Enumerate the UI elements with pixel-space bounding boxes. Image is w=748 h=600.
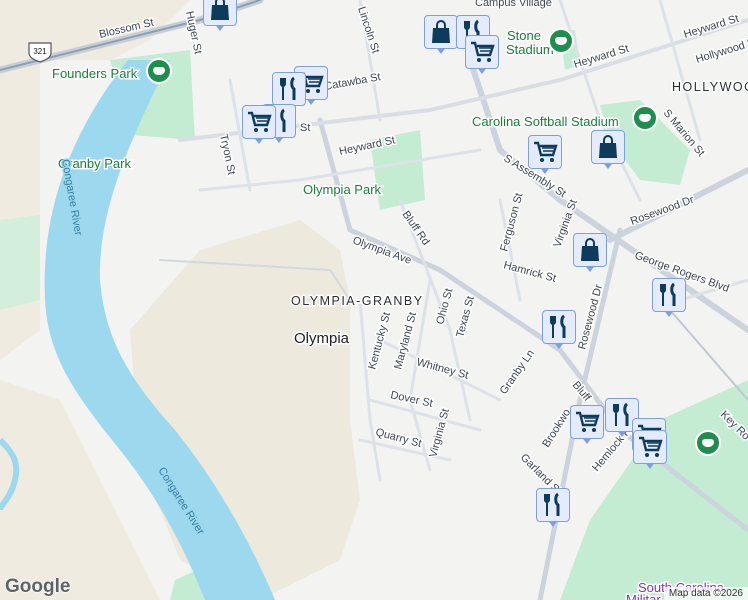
street-label: St [300, 122, 310, 134]
shopping-cart-pin[interactable] [242, 105, 276, 147]
fork-knife-icon [550, 314, 566, 338]
shopping-cart-pin[interactable] [633, 430, 667, 472]
shopping-cart-pin[interactable] [528, 135, 562, 177]
pin-box [203, 0, 237, 26]
pin-box [542, 310, 576, 344]
shopping-bag-pin[interactable] [573, 233, 607, 275]
pin-box [424, 15, 458, 49]
pin-box [272, 72, 306, 106]
restaurant-pin[interactable] [536, 488, 570, 530]
street-label: Hollywood Dr [694, 35, 748, 66]
shopping-bag-icon [432, 20, 450, 43]
stadium-icon[interactable] [695, 430, 721, 456]
street-label: Tryon St [217, 133, 237, 176]
pin-box [633, 430, 667, 464]
street-label: Texas St [454, 295, 477, 339]
shopping-cart-icon [639, 436, 663, 457]
park-label: Olympia Park [303, 182, 382, 197]
shopping-bag-icon [599, 135, 617, 158]
shopping-cart-icon [471, 41, 495, 62]
pin-box [528, 135, 562, 169]
shopping-bag-pin[interactable] [424, 15, 458, 57]
park-area [0, 215, 40, 310]
street-label: Whitney St [415, 356, 469, 381]
stadium-icon[interactable] [632, 105, 658, 131]
poi-label: Militar [626, 592, 661, 600]
street-label: Hamrick St [502, 259, 557, 285]
park-label: Founders Park [52, 66, 138, 81]
google-logo[interactable]: Google [5, 576, 70, 598]
city-label: Olympia [294, 330, 350, 347]
shopping-bag-pin[interactable] [203, 0, 237, 34]
street-label: Olympia Ave [351, 235, 413, 267]
map-canvas[interactable]: 321 Blossom St Huger St Founders Park Gr… [0, 0, 748, 600]
shopping-bag-icon [211, 0, 229, 20]
street-label: Catawba St [323, 71, 381, 93]
street-label: Brookwo [540, 407, 573, 450]
street-label: Bluff [570, 379, 594, 404]
street-label: Heyward St [682, 13, 740, 41]
street-label: Quarry St [374, 426, 423, 450]
street-label: Kentucky St [366, 311, 393, 371]
shopping-cart-icon [248, 111, 272, 132]
poi-label: Stone [507, 28, 541, 43]
poi-label: Carolina Softball Stadium [472, 114, 619, 129]
pin-box [591, 130, 625, 164]
street-label: Lincoln St [355, 5, 381, 55]
neighborhood-label: OLYMPIA-GRANBY [291, 294, 424, 308]
shopping-bag-icon [581, 238, 599, 261]
pin-box [652, 278, 686, 312]
pin-box [573, 233, 607, 267]
fork-knife-icon [280, 76, 296, 100]
neighborhood-label: HOLLYWOOD [672, 80, 748, 94]
shopping-cart-pin[interactable] [465, 35, 499, 77]
poi-label: Campus Village [475, 0, 552, 9]
pin-box [465, 35, 499, 69]
shopping-cart-icon [576, 411, 600, 432]
restaurant-pin[interactable] [652, 278, 686, 320]
poi-label: Stadium [506, 42, 554, 57]
street-label: Ferguson St [498, 192, 525, 253]
shopping-bag-pin[interactable] [591, 130, 625, 172]
street-label: Ohio St [434, 287, 455, 326]
land-area [0, 60, 40, 360]
shopping-cart-icon [534, 141, 558, 162]
map-attribution[interactable]: Map data ©2026 [663, 587, 748, 600]
stadium-icon[interactable] [548, 28, 574, 54]
svg-text:321: 321 [33, 47, 47, 56]
fork-knife-icon [660, 282, 676, 306]
street-label: Granby Ln [498, 348, 537, 397]
shopping-cart-pin[interactable] [570, 405, 604, 447]
pin-box [570, 405, 604, 439]
stadium-icon[interactable] [146, 58, 172, 84]
pin-box [242, 105, 276, 139]
restaurant-pin[interactable] [542, 310, 576, 352]
fork-knife-icon [544, 492, 560, 516]
pin-box [536, 488, 570, 522]
